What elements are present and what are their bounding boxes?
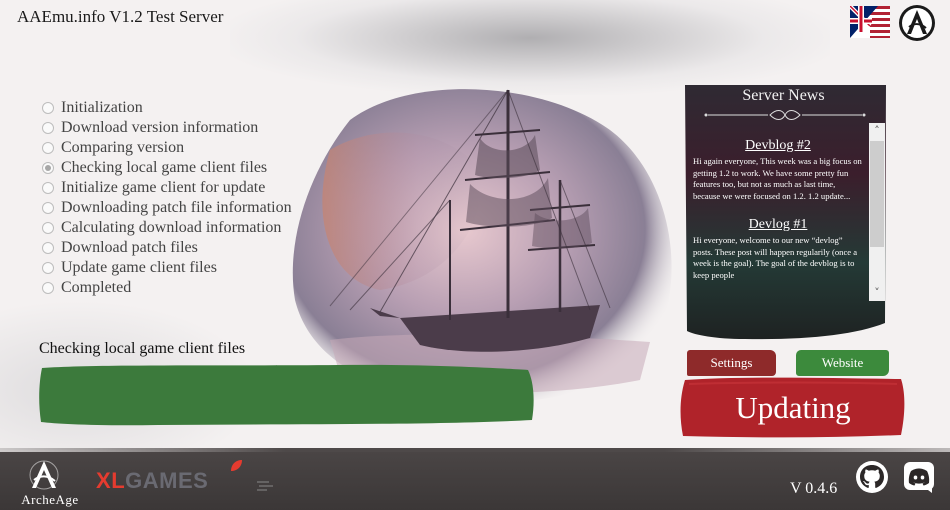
updating-button[interactable]: Updating	[679, 376, 907, 439]
step-download-version-information[interactable]: Download version information	[42, 118, 292, 138]
xlgames-l: L	[111, 468, 126, 493]
step-label: Update game client files	[61, 259, 217, 276]
news-title: Server News	[742, 87, 825, 104]
github-icon[interactable]	[855, 460, 889, 494]
uk-us-flag-icon[interactable]	[850, 6, 890, 38]
step-initialization[interactable]: Initialization	[42, 98, 292, 118]
settings-button[interactable]: Settings	[687, 350, 776, 376]
step-comparing-version[interactable]: Comparing version	[42, 138, 292, 158]
server-news-panel: Server News Devblog #2 Hi again everyone…	[685, 85, 886, 342]
discord-icon[interactable]	[902, 460, 936, 494]
step-initialize-client[interactable]: Initialize game client for update	[42, 178, 292, 198]
step-checking-local-files[interactable]: Checking local game client files	[42, 158, 292, 178]
window-title: AAEmu.info V1.2 Test Server	[17, 7, 224, 26]
radio-button[interactable]	[42, 282, 54, 294]
chevron-up-icon[interactable]: ˄	[869, 123, 885, 139]
xlgames-logo: XLGAMES	[96, 468, 208, 494]
news-post-title[interactable]: Devlog #1	[693, 217, 863, 233]
radio-button[interactable]	[42, 262, 54, 274]
version-label: V 0.4.6	[790, 480, 838, 497]
step-label: Checking local game client files	[61, 159, 268, 176]
radio-button[interactable]	[42, 242, 54, 254]
step-downloading-patch-info[interactable]: Downloading patch file information	[42, 198, 292, 218]
step-label: Completed	[61, 279, 132, 296]
step-label: Calculating download information	[61, 219, 282, 236]
progress-bar	[39, 364, 534, 426]
ornament-divider	[704, 110, 866, 120]
step-completed[interactable]: Completed	[42, 278, 292, 298]
radio-button-selected[interactable]	[42, 162, 54, 174]
radio-button[interactable]	[42, 142, 54, 154]
archeage-emblem-icon	[29, 460, 59, 490]
archeage-logo: ArcheAge	[14, 458, 78, 508]
decorative-dashes	[257, 481, 273, 491]
leaf-icon	[231, 460, 242, 471]
news-post-body: Hi everyone, welcome to our new “devlog”…	[693, 234, 858, 280]
progress-fill	[39, 364, 534, 426]
step-download-patch-files[interactable]: Download patch files	[42, 238, 292, 258]
xlgames-rest: GAMES	[125, 468, 209, 493]
radio-button[interactable]	[42, 182, 54, 194]
website-button[interactable]: Website	[796, 350, 889, 376]
news-scrollbar[interactable]: ˄ ˅	[869, 123, 885, 301]
xlgames-x: X	[96, 468, 112, 493]
archeage-label: ArcheAge	[21, 492, 79, 507]
updating-label: Updating	[735, 390, 851, 425]
step-calculating-download[interactable]: Calculating download information	[42, 218, 292, 238]
step-label: Download version information	[61, 119, 259, 136]
radio-button[interactable]	[42, 222, 54, 234]
radio-button[interactable]	[42, 122, 54, 134]
step-label: Download patch files	[61, 239, 198, 256]
update-steps-list: Initialization Download version informat…	[42, 98, 292, 298]
step-label: Initialization	[61, 99, 143, 116]
step-label: Initialize game client for update	[61, 179, 266, 196]
news-content[interactable]: Devblog #2 Hi again everyone, This week …	[693, 127, 863, 337]
step-update-client-files[interactable]: Update game client files	[42, 258, 292, 278]
status-label: Checking local game client files	[39, 340, 246, 357]
news-post-title[interactable]: Devblog #2	[693, 138, 863, 154]
radio-button[interactable]	[42, 102, 54, 114]
radio-button[interactable]	[42, 202, 54, 214]
step-label: Comparing version	[61, 139, 185, 156]
chevron-down-icon[interactable]: ˅	[869, 285, 885, 301]
aaemu-logo-icon[interactable]	[898, 4, 936, 42]
scroll-thumb[interactable]	[870, 141, 884, 247]
step-label: Downloading patch file information	[61, 199, 292, 216]
pirate-ship-artwork	[292, 89, 672, 403]
news-post-body: Hi again everyone, This week was a big f…	[693, 156, 862, 202]
